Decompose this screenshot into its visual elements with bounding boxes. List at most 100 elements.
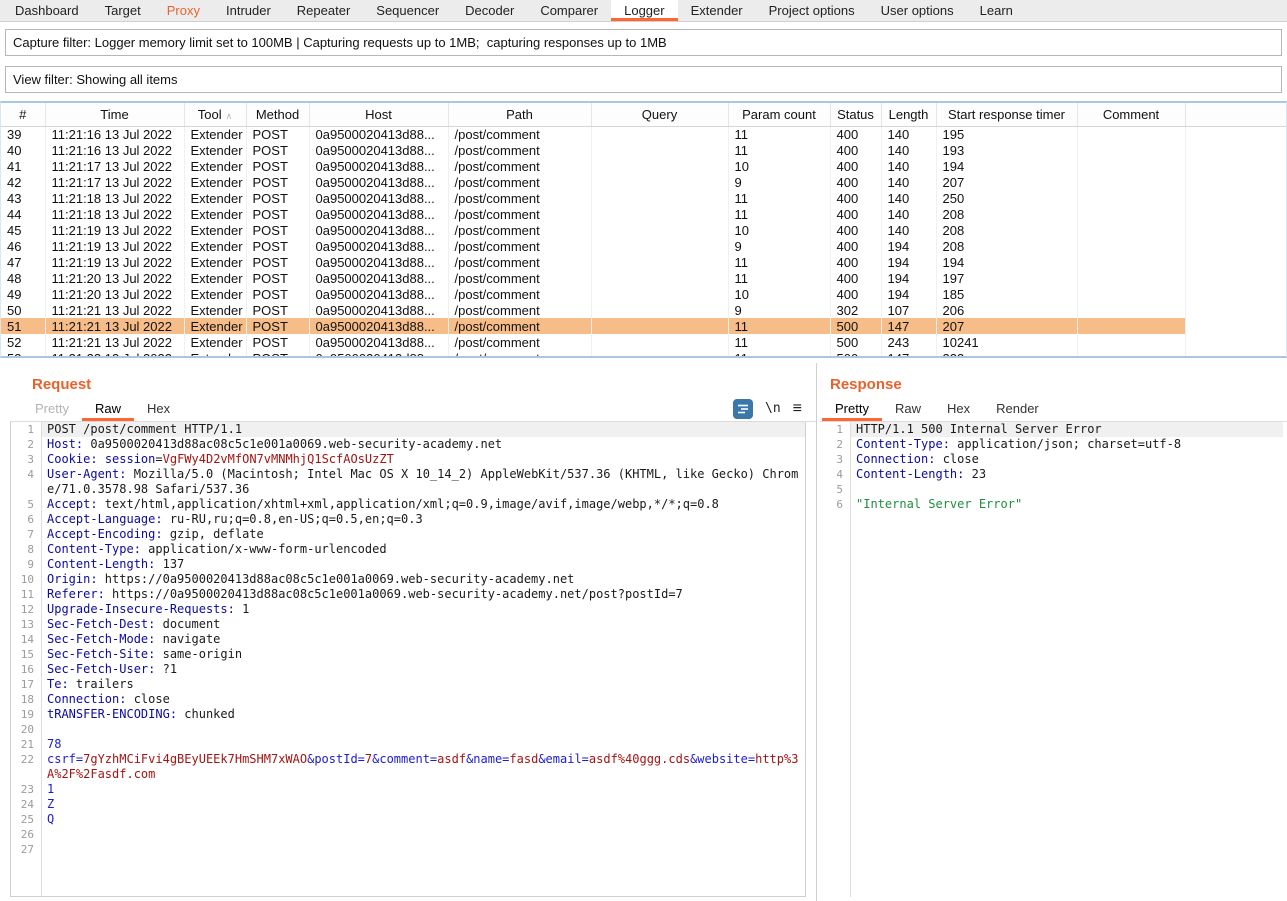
table-row-39[interactable]: 3911:21:16 13 Jul 2022ExtenderPOST0a9500… <box>1 126 1286 142</box>
line-number: 3 <box>820 452 850 467</box>
column-header-length[interactable]: Length <box>881 103 936 126</box>
line-number: 4 <box>820 467 850 482</box>
tab-dashboard[interactable]: Dashboard <box>2 0 92 21</box>
tab-raw[interactable]: Raw <box>882 396 934 421</box>
column-header-tool[interactable]: Tool∧ <box>184 103 246 126</box>
tab-intruder[interactable]: Intruder <box>213 0 284 21</box>
table-row-52[interactable]: 5211:21:21 13 Jul 2022ExtenderPOST0a9500… <box>1 334 1286 350</box>
cell-status: 500 <box>830 318 881 334</box>
table-row-51[interactable]: 5111:21:21 13 Jul 2022ExtenderPOST0a9500… <box>1 318 1286 334</box>
tab-decoder[interactable]: Decoder <box>452 0 527 21</box>
view-filter-bar[interactable]: View filter: Showing all items <box>5 66 1282 93</box>
column-header-query[interactable]: Query <box>591 103 728 126</box>
cell-length: 194 <box>881 238 936 254</box>
editor-line: 15Sec-Fetch-Site: same-origin <box>11 647 805 662</box>
cell-length: 140 <box>881 190 936 206</box>
table-row-43[interactable]: 4311:21:18 13 Jul 2022ExtenderPOST0a9500… <box>1 190 1286 206</box>
column-header-status[interactable]: Status <box>830 103 881 126</box>
table-row-48[interactable]: 4811:21:20 13 Jul 2022ExtenderPOST0a9500… <box>1 270 1286 286</box>
table-row-50[interactable]: 5011:21:21 13 Jul 2022ExtenderPOST0a9500… <box>1 302 1286 318</box>
table-row-41[interactable]: 4111:21:17 13 Jul 2022ExtenderPOST0a9500… <box>1 158 1286 174</box>
cell-method: POST <box>246 126 309 142</box>
cell-id: 43 <box>1 190 45 206</box>
column-header--[interactable]: # <box>1 103 45 126</box>
tab-pretty[interactable]: Pretty <box>22 396 82 421</box>
cell-time: 11:21:21 13 Jul 2022 <box>45 318 184 334</box>
line-number: 1 <box>11 422 41 437</box>
cell-length: 140 <box>881 206 936 222</box>
table-row-44[interactable]: 4411:21:18 13 Jul 2022ExtenderPOST0a9500… <box>1 206 1286 222</box>
line-number: 7 <box>11 527 41 542</box>
table-row-40[interactable]: 4011:21:16 13 Jul 2022ExtenderPOST0a9500… <box>1 142 1286 158</box>
tab-comparer[interactable]: Comparer <box>527 0 611 21</box>
cell-id: 41 <box>1 158 45 174</box>
line-number: 9 <box>11 557 41 572</box>
column-header-param-count[interactable]: Param count <box>728 103 830 126</box>
tab-user-options[interactable]: User options <box>868 0 967 21</box>
editor-menu-icon[interactable]: ≡ <box>793 401 802 417</box>
tab-extender[interactable]: Extender <box>678 0 756 21</box>
cell-comment <box>1077 222 1185 238</box>
cell-filler <box>1185 286 1286 302</box>
cell-query <box>591 142 728 158</box>
tab-render[interactable]: Render <box>983 396 1052 421</box>
cell-filler <box>1185 334 1286 350</box>
cell-tool: Extender <box>184 222 246 238</box>
tab-hex[interactable]: Hex <box>934 396 983 421</box>
newline-visibility-toggle-icon[interactable]: \n <box>765 401 781 416</box>
sort-ascending-icon: ∧ <box>226 111 233 121</box>
cell-host: 0a9500020413d88... <box>309 270 448 286</box>
column-header-host[interactable]: Host <box>309 103 448 126</box>
line-content <box>41 722 805 737</box>
cell-host: 0a9500020413d88... <box>309 222 448 238</box>
editor-line: 3Cookie: session=VgFWy4D2vMfON7vMNMhjQ1S… <box>11 452 805 467</box>
table-row-49[interactable]: 4911:21:20 13 Jul 2022ExtenderPOST0a9500… <box>1 286 1286 302</box>
pretty-print-toggle-icon[interactable] <box>733 399 753 419</box>
cell-method: POST <box>246 318 309 334</box>
column-header-start-response-timer[interactable]: Start response timer <box>936 103 1077 126</box>
table-row-47[interactable]: 4711:21:19 13 Jul 2022ExtenderPOST0a9500… <box>1 254 1286 270</box>
table-row-45[interactable]: 4511:21:19 13 Jul 2022ExtenderPOST0a9500… <box>1 222 1286 238</box>
column-header-path[interactable]: Path <box>448 103 591 126</box>
editor-line: 10Origin: https://0a9500020413d88ac08c5c… <box>11 572 805 587</box>
cell-time: 11:21:18 13 Jul 2022 <box>45 190 184 206</box>
cell-query <box>591 302 728 318</box>
cell-status: 400 <box>830 142 881 158</box>
line-number: 16 <box>11 662 41 677</box>
cell-time: 11:21:19 13 Jul 2022 <box>45 238 184 254</box>
tab-target[interactable]: Target <box>92 0 154 21</box>
table-row-46[interactable]: 4611:21:19 13 Jul 2022ExtenderPOST0a9500… <box>1 238 1286 254</box>
capture-filter-bar[interactable]: Capture filter: Logger memory limit set … <box>5 29 1282 56</box>
column-header-time[interactable]: Time <box>45 103 184 126</box>
cell-tool: Extender <box>184 190 246 206</box>
cell-status: 400 <box>830 174 881 190</box>
cell-comment <box>1077 190 1185 206</box>
request-editor[interactable]: 1POST /post/comment HTTP/1.12Host: 0a950… <box>10 422 806 897</box>
editor-line: 11Referer: https://0a9500020413d88ac08c5… <box>11 587 805 602</box>
cell-param_count: 11 <box>728 206 830 222</box>
tab-raw[interactable]: Raw <box>82 396 134 421</box>
cell-status: 400 <box>830 270 881 286</box>
editor-line: 2Host: 0a9500020413d88ac08c5c1e001a0069.… <box>11 437 805 452</box>
tab-logger[interactable]: Logger <box>611 0 677 21</box>
line-number: 18 <box>11 692 41 707</box>
column-header-comment[interactable]: Comment <box>1077 103 1185 126</box>
column-header-method[interactable]: Method <box>246 103 309 126</box>
tab-learn[interactable]: Learn <box>967 0 1026 21</box>
line-number: 21 <box>11 737 41 752</box>
request-panel: Request PrettyRawHex \n ≡ 1POST /post/co… <box>0 363 816 901</box>
tab-pretty[interactable]: Pretty <box>822 396 882 421</box>
table-row-53[interactable]: 5311:21:22 13 Jul 2022ExtenderPOST0a9500… <box>1 350 1286 358</box>
request-panel-title: Request <box>32 376 816 393</box>
tab-proxy[interactable]: Proxy <box>154 0 213 21</box>
table-row-42[interactable]: 4211:21:17 13 Jul 2022ExtenderPOST0a9500… <box>1 174 1286 190</box>
tab-project-options[interactable]: Project options <box>756 0 868 21</box>
cell-query <box>591 270 728 286</box>
response-editor[interactable]: 1HTTP/1.1 500 Internal Server Error2Cont… <box>820 422 1283 897</box>
cell-param_count: 10 <box>728 286 830 302</box>
tab-sequencer[interactable]: Sequencer <box>363 0 452 21</box>
tab-hex[interactable]: Hex <box>134 396 183 421</box>
cell-host: 0a9500020413d88... <box>309 174 448 190</box>
line-number: 23 <box>11 782 41 797</box>
tab-repeater[interactable]: Repeater <box>284 0 363 21</box>
